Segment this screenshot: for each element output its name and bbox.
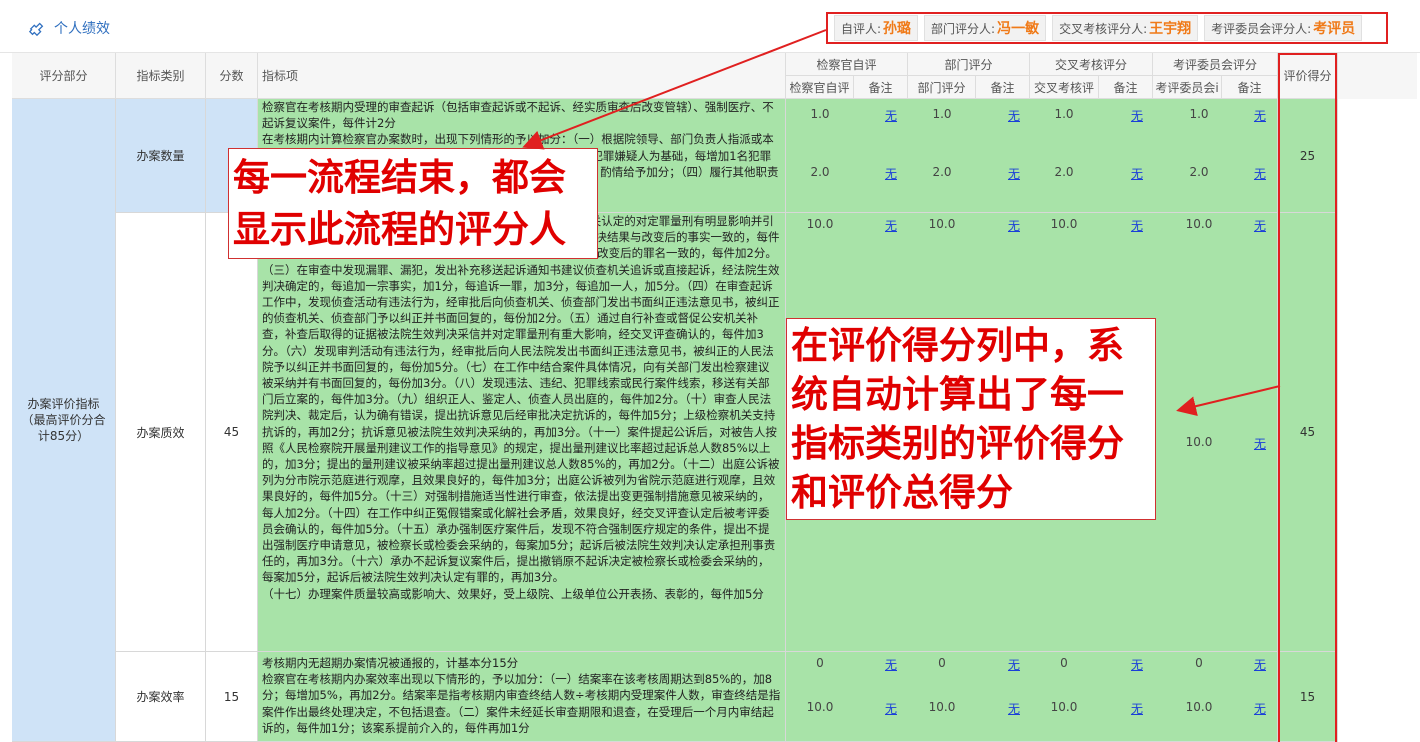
row2-cross-1: 10.0 <box>1050 217 1078 231</box>
row1-comm-note-2[interactable]: 无 <box>1245 165 1275 182</box>
col-score: 分数 <box>206 53 258 99</box>
row2-comm-note-2[interactable]: 无 <box>1245 435 1275 452</box>
row2-cross-note-1[interactable]: 无 <box>1122 217 1152 234</box>
row1-self-note-1[interactable]: 无 <box>876 107 906 124</box>
row2-comm-2: 10.0 <box>1185 435 1213 449</box>
row3-category: 办案效率 <box>116 652 206 742</box>
puzzle-icon <box>28 22 44 37</box>
row3-score: 15 <box>206 652 258 742</box>
col-dept-group: 部门评分 <box>908 53 1030 76</box>
row1-comm-note-1[interactable]: 无 <box>1245 107 1275 124</box>
row1-dept-2: 2.0 <box>932 165 952 179</box>
row3-comm-1: 0 <box>1195 656 1203 670</box>
evaluator-self: 自评人: 孙璐 <box>834 15 919 41</box>
row2-self-note-1[interactable]: 无 <box>876 217 906 234</box>
row1-comm-2: 2.0 <box>1189 165 1209 179</box>
table-header: 评分部分 指标类别 分数 指标项 检察官自评 检察官自评 备注 部门评分 部门评… <box>12 53 1417 99</box>
row1-dept-note-1[interactable]: 无 <box>999 107 1029 124</box>
callout-result: 在评价得分列中，系统自动计算出了每一指标类别的评价得分和评价总得分 <box>786 318 1156 520</box>
evaluator-dept: 部门评分人: 冯一敏 <box>924 15 1047 41</box>
row3-dept-note-1[interactable]: 无 <box>999 656 1029 673</box>
row2-dept-note-1[interactable]: 无 <box>999 217 1029 234</box>
row1-cross-note-1[interactable]: 无 <box>1122 107 1152 124</box>
row1-category: 办案数量 <box>116 99 206 213</box>
row3-self-2: 10.0 <box>806 700 834 714</box>
section-label: 办案评价指标（最高评价分合计85分） <box>12 99 116 742</box>
col-cross-score: 交叉考核评 <box>1030 76 1099 99</box>
row2-score: 45 <box>206 213 258 652</box>
row1-dept-1: 1.0 <box>932 107 952 121</box>
row2-category: 办案质效 <box>116 213 206 652</box>
row1-dept-note-2[interactable]: 无 <box>999 165 1029 182</box>
col-cross-note: 备注 <box>1099 76 1153 99</box>
row2-comm-note-1[interactable]: 无 <box>1245 217 1275 234</box>
row3-comm-note-1[interactable]: 无 <box>1245 656 1275 673</box>
callout-evaluators: 每一流程结束，都会显示此流程的评分人 <box>228 148 598 259</box>
evaluator-cross: 交叉考核评分人: 王宇翔 <box>1052 15 1199 41</box>
row3-self-note-2[interactable]: 无 <box>876 700 906 717</box>
row2-dept-1: 10.0 <box>928 217 956 231</box>
row1-cross-note-2[interactable]: 无 <box>1122 165 1152 182</box>
row3-cross-1: 0 <box>1060 656 1068 670</box>
row1-marks: 1.0 无 1.0 无 1.0 无 1.0 无 2.0 无 2.0 无 2.0 … <box>786 99 1278 213</box>
row3-comm-note-2[interactable]: 无 <box>1245 700 1275 717</box>
page-title: 个人绩效 <box>28 18 110 38</box>
row3-dept-note-2[interactable]: 无 <box>999 700 1029 717</box>
row3-cross-2: 10.0 <box>1050 700 1078 714</box>
row2-self-1: 10.0 <box>806 217 834 231</box>
col-self-group: 检察官自评 <box>786 53 908 76</box>
row3-result: 15 <box>1278 652 1338 742</box>
row1-self-2: 2.0 <box>810 165 830 179</box>
col-comm-score: 考评委员会i <box>1153 76 1222 99</box>
col-item: 指标项 <box>258 53 786 99</box>
row2-comm-1: 10.0 <box>1185 217 1213 231</box>
row3-comm-2: 10.0 <box>1185 700 1213 714</box>
row1-comm-1: 1.0 <box>1189 107 1209 121</box>
row1-self-1: 1.0 <box>810 107 830 121</box>
evaluators-box: 自评人: 孙璐 部门评分人: 冯一敏 交叉考核评分人: 王宇翔 考评委员会评分人: 考评… <box>826 12 1388 44</box>
row1-cross-2: 2.0 <box>1054 165 1074 179</box>
col-comm-group: 考评委员会评分 <box>1153 53 1278 76</box>
row3-dept-1: 0 <box>938 656 946 670</box>
col-self-note: 备注 <box>854 76 908 99</box>
row3-dept-2: 10.0 <box>928 700 956 714</box>
row1-self-note-2[interactable]: 无 <box>876 165 906 182</box>
col-self-score: 检察官自评 <box>786 76 854 99</box>
page-title-text: 个人绩效 <box>54 21 110 37</box>
row2-item: 检察官办理的案件，出现下列情形的予以加分：（一）改变侦查机关认定的对定罪量刑有明… <box>258 213 786 652</box>
row3-self-note-1[interactable]: 无 <box>876 656 906 673</box>
row2-result: 45 <box>1278 213 1338 652</box>
row1-cross-1: 1.0 <box>1054 107 1074 121</box>
row3-item: 考核期内无超期办案情况被通报的，计基本分15分 检察官在考核期内办案效率出现以下… <box>258 652 786 742</box>
row3-cross-note-1[interactable]: 无 <box>1122 656 1152 673</box>
table-body: 办案评价指标（最高评价分合计85分） 办案数量 2 检察官在考核期内受理的审查起… <box>12 99 1417 742</box>
row3-marks: 0 无 0 无 0 无 0 无 10.0 无 10.0 无 10.0 无 10.… <box>786 652 1278 742</box>
col-dept: 评分部分 <box>12 53 116 99</box>
col-category: 指标类别 <box>116 53 206 99</box>
evaluator-committee: 考评委员会评分人: 考评员 <box>1204 15 1363 41</box>
row1-result: 25 <box>1278 99 1338 213</box>
col-dept-note: 备注 <box>976 76 1030 99</box>
col-dept-score: 部门评分 <box>908 76 976 99</box>
row3-cross-note-2[interactable]: 无 <box>1122 700 1152 717</box>
row3-self-1: 0 <box>816 656 824 670</box>
col-comm-note: 备注 <box>1222 76 1278 99</box>
top-bar: 个人绩效 自评人: 孙璐 部门评分人: 冯一敏 交叉考核评分人: 王宇翔 考评委员会评… <box>0 0 1420 53</box>
col-cross-group: 交叉考核评分 <box>1030 53 1153 76</box>
col-result: 评价得分 <box>1278 53 1338 99</box>
